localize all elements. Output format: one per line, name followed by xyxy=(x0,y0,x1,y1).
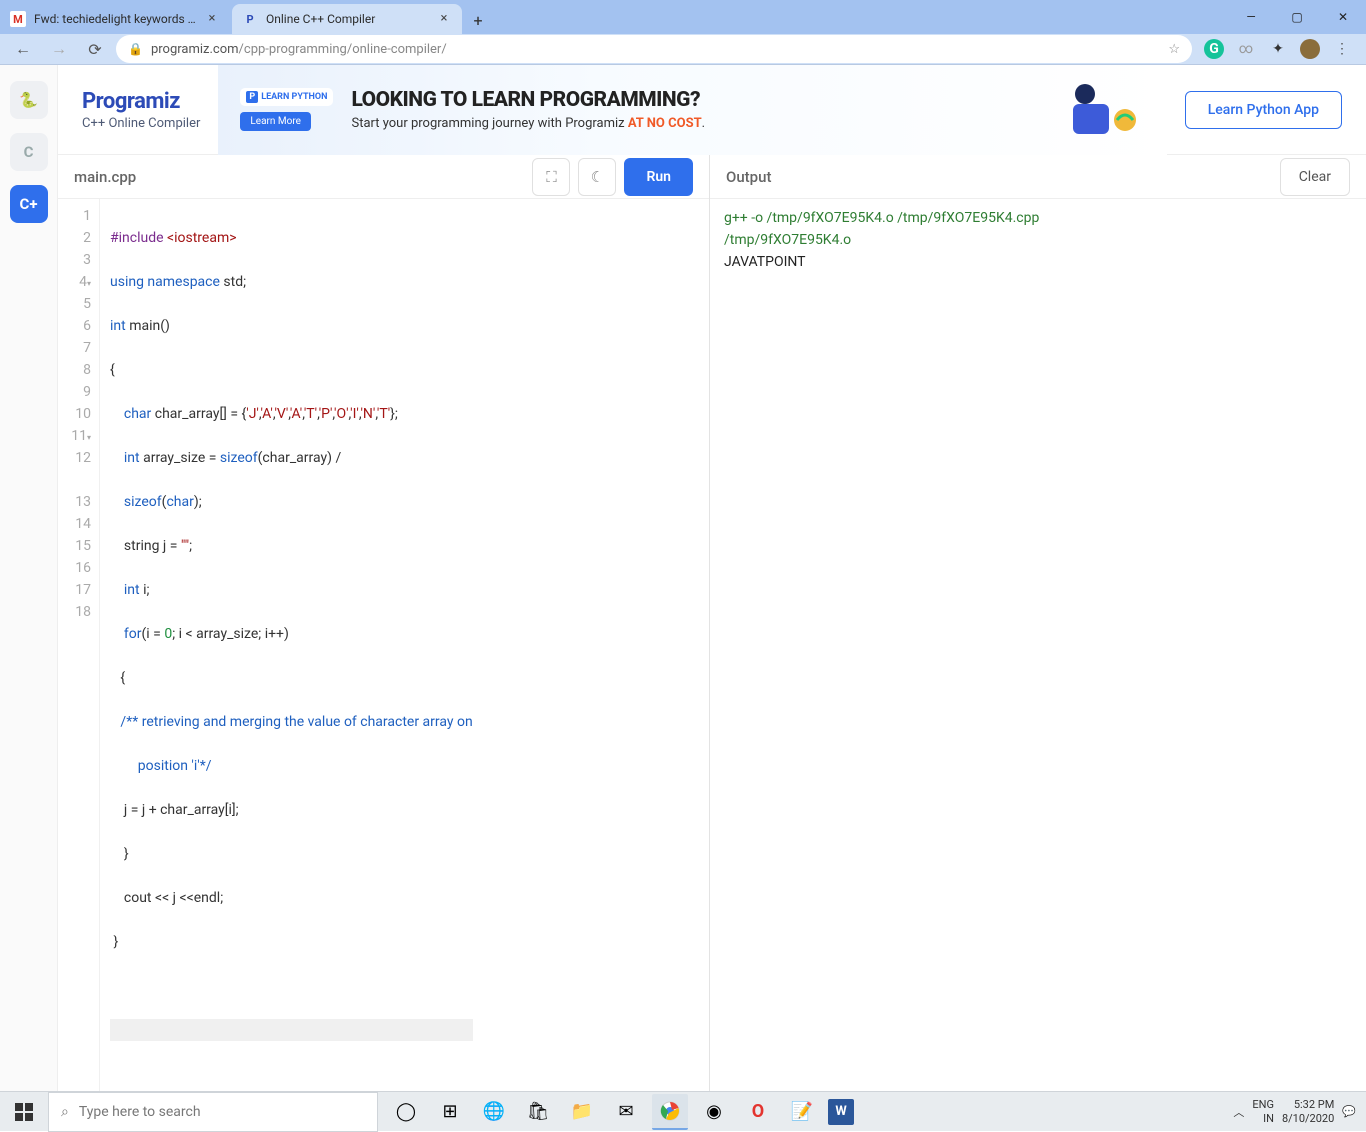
close-icon[interactable]: × xyxy=(204,11,220,27)
promo-banner[interactable]: PLEARN PYTHON Learn More LOOKING TO LEAR… xyxy=(218,65,1166,155)
output-pane: Output Clear g++ -o /tmp/9fXO7E95K4.o /t… xyxy=(710,155,1366,1091)
promo-text: LOOKING TO LEARN PROGRAMMING? Start your… xyxy=(351,88,705,131)
cortana-icon[interactable]: ◯ xyxy=(388,1094,424,1130)
browser-tab-programiz[interactable]: P Online C++ Compiler × xyxy=(232,4,462,34)
browser-toolbar: ← → ⟳ 🔒 programiz.com/cpp-programming/on… xyxy=(0,34,1366,65)
profile-avatar[interactable] xyxy=(1300,39,1320,59)
browser-titlebar: M Fwd: techiedelight keywords list - × P… xyxy=(0,0,1366,34)
taskbar-apps: ◯ ⊞ 🌐 🛍 📁 ✉ ◉ O 📝 W xyxy=(378,1094,864,1130)
menu-icon[interactable]: ⋮ xyxy=(1332,39,1352,59)
line-gutter: 1234▾567891011▾12 131415161718 xyxy=(58,199,100,1091)
close-window-button[interactable]: ✕ xyxy=(1320,0,1366,34)
new-tab-button[interactable]: + xyxy=(464,6,492,34)
learn-python-button[interactable]: Learn Python App xyxy=(1185,91,1342,129)
output-label: Output xyxy=(726,168,771,186)
mail-icon[interactable]: ✉ xyxy=(608,1094,644,1130)
sidebar-cpp[interactable]: C+ xyxy=(10,185,48,223)
extension-icon[interactable]: ∞ xyxy=(1236,39,1256,59)
output-text[interactable]: g++ -o /tmp/9fXO7E95K4.o /tmp/9fXO7E95K4… xyxy=(710,199,1366,1091)
promo-left: PLEARN PYTHON Learn More xyxy=(240,88,333,131)
promo-sub: Start your programming journey with Prog… xyxy=(351,116,705,131)
output-header: Output Clear xyxy=(710,155,1366,199)
notifications-icon[interactable]: 💬 xyxy=(1342,1105,1356,1118)
browser-tabs: M Fwd: techiedelight keywords list - × P… xyxy=(0,0,492,34)
maximize-button[interactable]: ▢ xyxy=(1274,0,1320,34)
editor-pane: main.cpp ⛶ ☾ Run 1234▾567891011▾12 13141… xyxy=(58,155,710,1091)
code-editor[interactable]: 1234▾567891011▾12 131415161718 #include … xyxy=(58,199,709,1091)
sidebar-python[interactable]: 🐍 xyxy=(10,81,48,119)
address-bar[interactable]: 🔒 programiz.com/cpp-programming/online-c… xyxy=(116,35,1192,63)
brand: Programiz C++ Online Compiler xyxy=(82,89,200,131)
dark-mode-button[interactable]: ☾ xyxy=(578,158,616,196)
promo-headline: LOOKING TO LEARN PROGRAMMING? xyxy=(351,88,705,112)
search-icon: ⌕ xyxy=(61,1104,69,1120)
fullscreen-button[interactable]: ⛶ xyxy=(532,158,570,196)
extension-icons: G ∞ ✦ ⋮ xyxy=(1198,39,1358,59)
promo-learn-more[interactable]: Learn More xyxy=(240,112,311,131)
back-button[interactable]: ← xyxy=(8,34,38,64)
promo-illustration xyxy=(1055,70,1145,150)
run-button[interactable]: Run xyxy=(624,158,693,196)
clear-button[interactable]: Clear xyxy=(1280,158,1350,196)
page-content: 🐍 C C+ Programiz C++ Online Compiler PLE… xyxy=(0,65,1366,1091)
promo-badge: PLEARN PYTHON xyxy=(240,88,333,106)
language-sidebar: 🐍 C C+ xyxy=(0,65,58,1091)
star-icon[interactable]: ☆ xyxy=(1168,42,1180,57)
browser-tab-gmail[interactable]: M Fwd: techiedelight keywords list - × xyxy=(0,4,230,34)
taskbar-search[interactable]: ⌕ Type here to search xyxy=(48,1092,378,1132)
taskview-icon[interactable]: ⊞ xyxy=(432,1094,468,1130)
reload-button[interactable]: ⟳ xyxy=(80,34,110,64)
sidebar-c[interactable]: C xyxy=(10,133,48,171)
windows-taskbar: ⌕ Type here to search ◯ ⊞ 🌐 🛍 📁 ✉ ◉ O 📝 … xyxy=(0,1091,1366,1131)
output-line: JAVATPOINT xyxy=(724,251,1352,273)
url-text: programiz.com/cpp-programming/online-com… xyxy=(151,42,1160,57)
editor-header: main.cpp ⛶ ☾ Run xyxy=(58,155,709,199)
tab-title: Fwd: techiedelight keywords list - xyxy=(34,12,196,26)
store-icon[interactable]: 🛍 xyxy=(520,1094,556,1130)
tray-language[interactable]: ENGIN xyxy=(1252,1098,1274,1126)
top-banner: Programiz C++ Online Compiler PLEARN PYT… xyxy=(58,65,1366,155)
tray-clock[interactable]: 5:32 PM8/10/2020 xyxy=(1282,1098,1334,1126)
filename: main.cpp xyxy=(74,168,136,186)
extensions-puzzle-icon[interactable]: ✦ xyxy=(1268,39,1288,59)
main-area: Programiz C++ Online Compiler PLEARN PYT… xyxy=(58,65,1366,1091)
chrome-icon[interactable] xyxy=(652,1094,688,1130)
workarea: main.cpp ⛶ ☾ Run 1234▾567891011▾12 13141… xyxy=(58,155,1366,1091)
system-tray: ︿ ENGIN 5:32 PM8/10/2020 💬 xyxy=(1223,1098,1366,1126)
output-line: g++ -o /tmp/9fXO7E95K4.o /tmp/9fXO7E95K4… xyxy=(724,207,1352,229)
grammarly-icon[interactable]: G xyxy=(1204,39,1224,59)
search-placeholder: Type here to search xyxy=(79,1104,201,1120)
code-body[interactable]: #include <iostream> using namespace std;… xyxy=(100,199,483,1091)
gmail-icon: M xyxy=(10,11,26,27)
forward-button[interactable]: → xyxy=(44,34,74,64)
window-controls: — ▢ ✕ xyxy=(1228,0,1366,34)
word-icon[interactable]: W xyxy=(828,1099,854,1125)
brand-logo[interactable]: Programiz xyxy=(82,89,200,114)
notepad-icon[interactable]: 📝 xyxy=(784,1094,820,1130)
minimize-button[interactable]: — xyxy=(1228,0,1274,34)
lock-icon: 🔒 xyxy=(128,42,143,56)
chromium-icon[interactable]: ◉ xyxy=(696,1094,732,1130)
tab-title: Online C++ Compiler xyxy=(266,12,428,26)
programiz-icon: P xyxy=(242,11,258,27)
close-icon[interactable]: × xyxy=(436,11,452,27)
output-line: /tmp/9fXO7E95K4.o xyxy=(724,229,1352,251)
brand-subtitle: C++ Online Compiler xyxy=(82,116,200,131)
start-button[interactable] xyxy=(0,1092,48,1132)
explorer-icon[interactable]: 📁 xyxy=(564,1094,600,1130)
opera-icon[interactable]: O xyxy=(740,1094,776,1130)
edge-icon[interactable]: 🌐 xyxy=(476,1094,512,1130)
tray-chevron-icon[interactable]: ︿ xyxy=(1233,1104,1244,1120)
